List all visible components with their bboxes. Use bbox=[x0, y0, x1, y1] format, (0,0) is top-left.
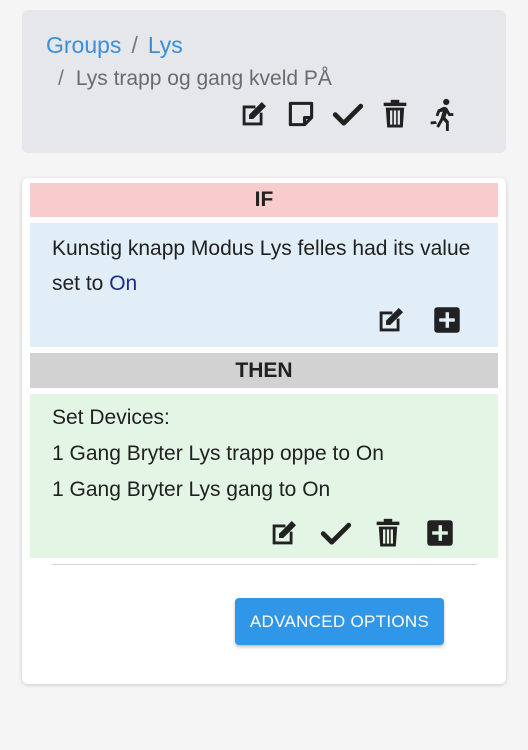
breadcrumb-current-label: Lys trapp og gang kveld PÅ bbox=[75, 67, 332, 90]
edit-icon[interactable] bbox=[266, 515, 302, 551]
edit-icon[interactable] bbox=[236, 96, 272, 132]
action-item: 1 Gang Bryter Lys trapp oppe to On bbox=[52, 442, 384, 465]
action-list: Set Devices: 1 Gang Bryter Lys trapp opp… bbox=[52, 400, 384, 508]
breadcrumb-separator: / bbox=[131, 32, 138, 58]
breadcrumb-groups-link[interactable]: Groups bbox=[46, 32, 121, 59]
action-heading: Set Devices: bbox=[52, 406, 170, 429]
if-toolbar bbox=[373, 302, 465, 338]
header-toolbar bbox=[236, 96, 460, 132]
rule-card: IF Kunstig knapp Modus Lys felles had it… bbox=[22, 178, 506, 684]
note-icon[interactable] bbox=[283, 96, 319, 132]
breadcrumb-separator: / bbox=[58, 67, 64, 90]
breadcrumb-lys-link[interactable]: Lys bbox=[148, 32, 183, 59]
divider bbox=[52, 564, 477, 565]
advanced-options-button[interactable]: ADVANCED OPTIONS bbox=[235, 598, 444, 645]
breadcrumb-current: / Lys trapp og gang kveld PÅ bbox=[58, 67, 332, 91]
plus-square-icon[interactable] bbox=[429, 302, 465, 338]
then-header: THEN bbox=[30, 353, 498, 388]
check-icon[interactable] bbox=[330, 96, 366, 132]
header-panel: Groups / Lys / Lys trapp og gang kveld PÅ bbox=[22, 10, 506, 153]
trash-icon[interactable] bbox=[377, 96, 413, 132]
action-item: 1 Gang Bryter Lys gang to On bbox=[52, 478, 331, 501]
trash-icon[interactable] bbox=[370, 515, 406, 551]
edit-icon[interactable] bbox=[373, 302, 409, 338]
condition-text: Kunstig knapp Modus Lys felles had its v… bbox=[52, 231, 482, 301]
if-header: IF bbox=[30, 183, 498, 217]
check-icon[interactable] bbox=[318, 515, 354, 551]
then-actions-panel: Set Devices: 1 Gang Bryter Lys trapp opp… bbox=[30, 394, 498, 558]
condition-value: On bbox=[109, 272, 138, 295]
then-toolbar bbox=[266, 515, 458, 551]
run-icon[interactable] bbox=[424, 96, 460, 132]
if-condition-panel: Kunstig knapp Modus Lys felles had its v… bbox=[30, 223, 498, 347]
plus-square-icon[interactable] bbox=[422, 515, 458, 551]
breadcrumb: Groups / Lys bbox=[46, 32, 183, 59]
